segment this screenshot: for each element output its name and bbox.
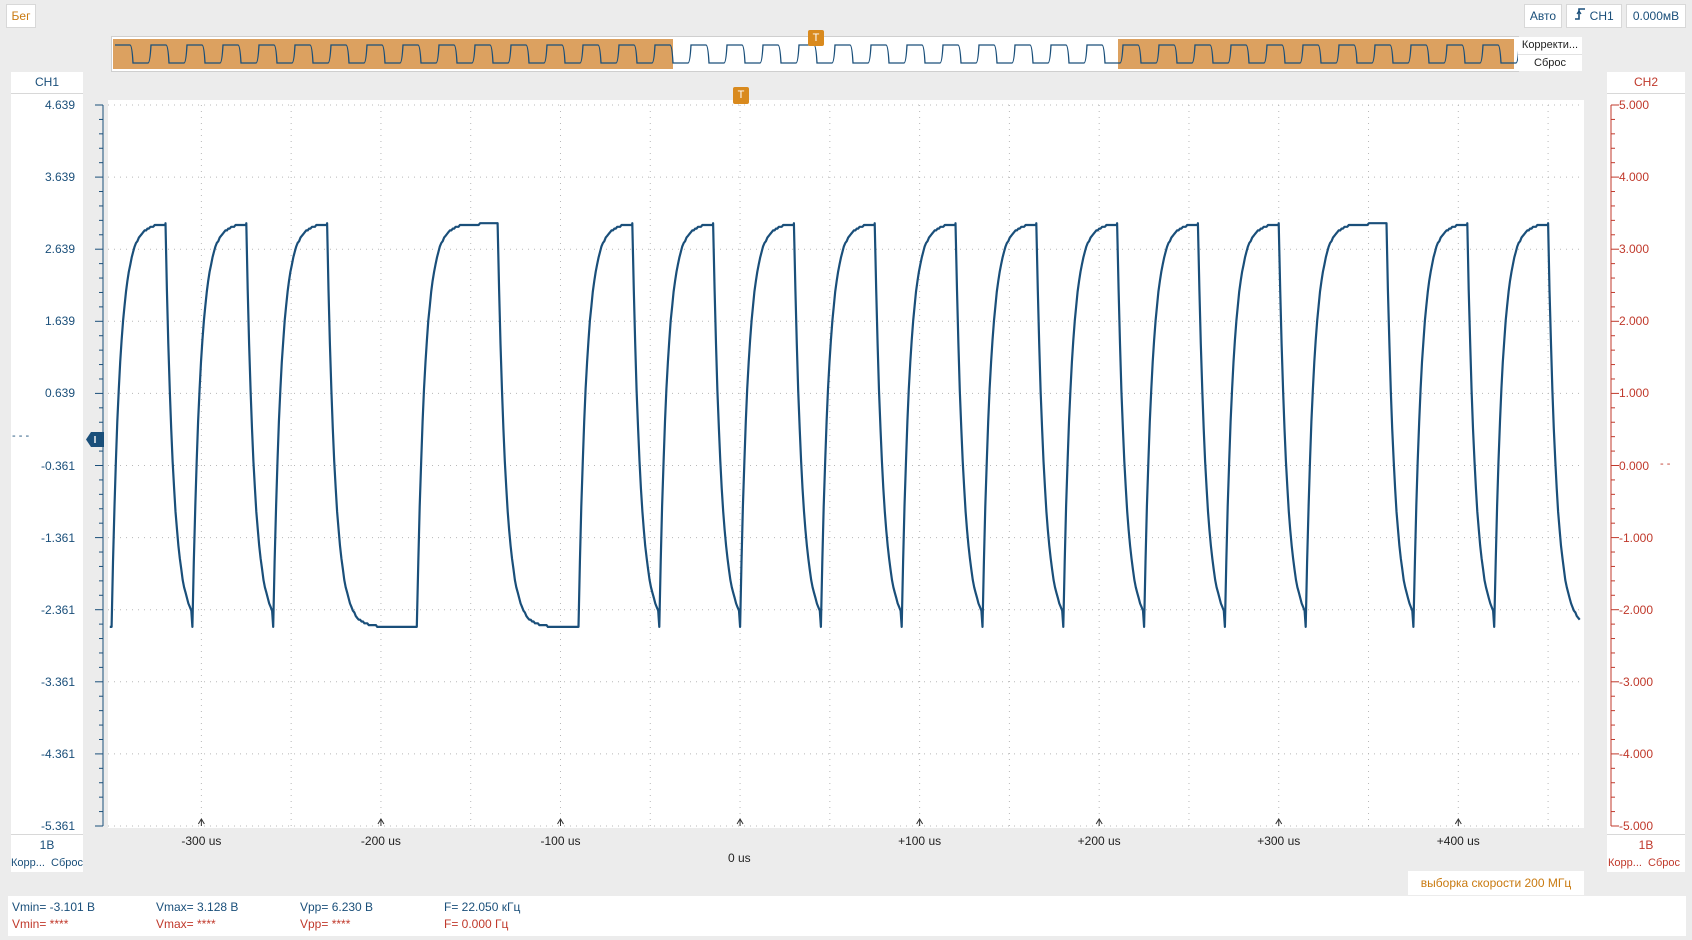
ch1-vmin: Vmin= -3.101 В [12,900,96,914]
time-axis-labels: -300 us -200 us -100 us +100 us +200 us +300 … [0,0,1692,940]
ch2-vpp: Vpp= **** [300,917,351,931]
time-tick-label: -200 us [360,834,401,848]
time-tick-label: -300 us [181,834,222,848]
time-tick-label: +300 us [1257,834,1301,848]
ch2-measurements: Vmin= **** Vmax= **** Vpp= **** F= 0.000… [8,917,1686,933]
time-tick-label: -100 us [540,834,581,848]
ch2-vmax: Vmax= **** [156,917,216,931]
oscilloscope-app: { "toolbar": { "run_label": "Бег", "mode… [0,0,1692,940]
time-tick-label: +400 us [1436,834,1480,848]
ch1-freq: F= 22.050 кГц [444,900,521,914]
ch1-measurements: Vmin= -3.101 В Vmax= 3.128 В Vpp= 6.230 … [8,900,1686,916]
sample-rate-label: выборка скорости 200 МГц [1408,871,1584,895]
time-tick-label: +100 us [898,834,942,848]
ch1-vmax: Vmax= 3.128 В [156,900,239,914]
time-tick-label: +200 us [1077,834,1121,848]
ch2-vmin: Vmin= **** [12,917,69,931]
measurement-panel: Vmin= -3.101 В Vmax= 3.128 В Vpp= 6.230 … [8,896,1686,936]
ch2-freq: F= 0.000 Гц [444,917,509,931]
ch1-vpp: Vpp= 6.230 В [300,900,374,914]
time-zero-label: 0 us [728,851,751,865]
